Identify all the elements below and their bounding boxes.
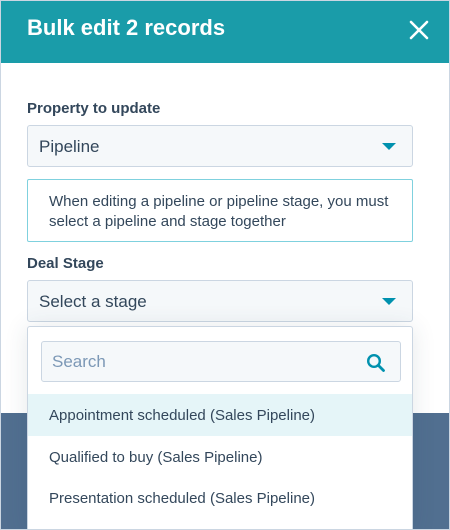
- stage-option-label: Appointment scheduled (Sales Pipeline): [49, 406, 315, 424]
- search-field: [41, 341, 401, 382]
- close-icon: [409, 20, 429, 40]
- stage-option[interactable]: Appointment scheduled (Sales Pipeline): [28, 394, 412, 436]
- close-button[interactable]: [403, 14, 435, 46]
- stage-option-label: Presentation scheduled (Sales Pipeline): [49, 490, 315, 507]
- search-icon[interactable]: [366, 353, 386, 373]
- chevron-down-icon: [382, 143, 396, 150]
- stage-dropdown-menu: Appointment scheduled (Sales Pipeline) Q…: [27, 326, 413, 529]
- info-alert: When editing a pipeline or pipeline stag…: [27, 179, 413, 242]
- dialog-header: Bulk edit 2 records: [1, 1, 449, 63]
- deal-stage-select[interactable]: Select a stage: [27, 280, 413, 322]
- property-select-value: Pipeline: [39, 137, 100, 156]
- stage-option[interactable]: Presentation scheduled (Sales Pipeline): [28, 478, 412, 519]
- property-label: Property to update: [27, 100, 161, 117]
- dialog-title: Bulk edit 2 records: [27, 15, 226, 40]
- deal-stage-label: Deal Stage: [27, 255, 104, 272]
- info-text: When editing a pipeline or pipeline stag…: [49, 193, 389, 230]
- chevron-down-icon: [382, 298, 396, 305]
- stage-option-label: Qualified to buy (Sales Pipeline): [49, 449, 263, 466]
- deal-stage-placeholder: Select a stage: [39, 292, 147, 311]
- property-select[interactable]: Pipeline: [27, 125, 413, 167]
- stage-option[interactable]: Qualified to buy (Sales Pipeline): [28, 437, 412, 478]
- search-input[interactable]: [52, 350, 352, 374]
- bulk-edit-dialog: Bulk edit 2 records Property to update P…: [0, 0, 450, 530]
